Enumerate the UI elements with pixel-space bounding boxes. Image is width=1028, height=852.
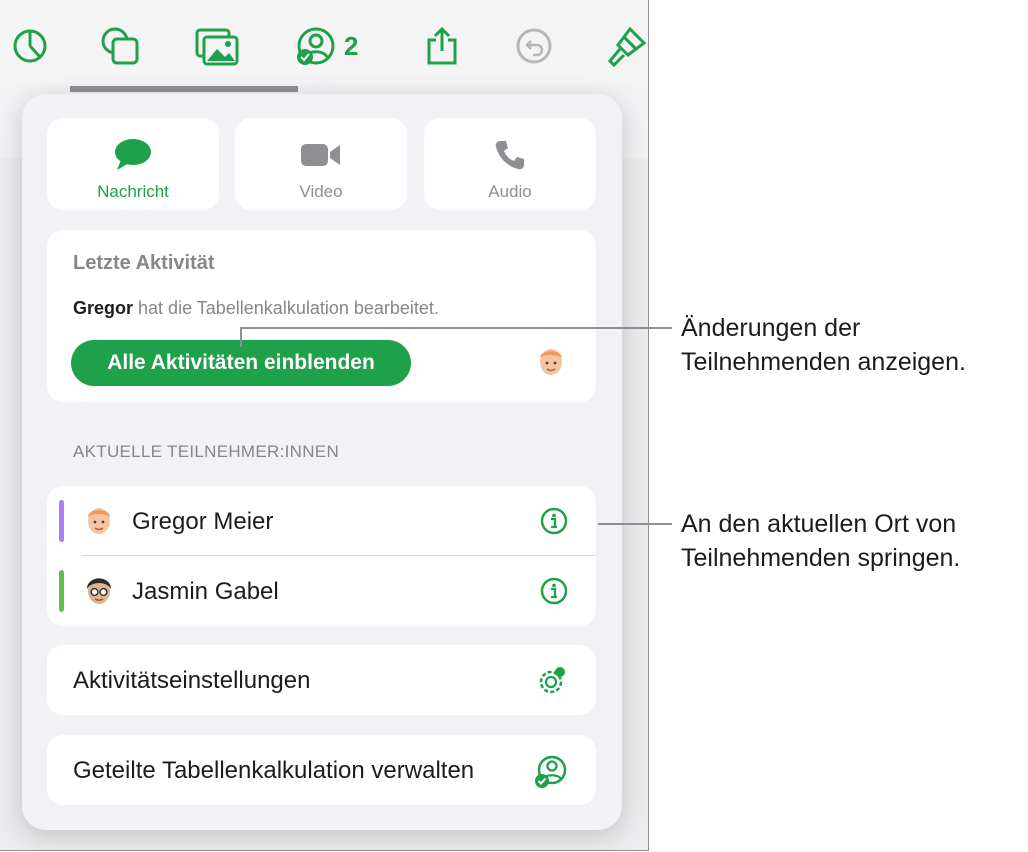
active-sheet-indicator: [70, 86, 298, 92]
format-brush-icon[interactable]: [606, 26, 648, 67]
recent-activity-user: Gregor: [73, 298, 134, 318]
manage-sharing-icon: [535, 755, 567, 788]
toolbar: 2: [0, 0, 648, 87]
phone-icon: [495, 141, 524, 170]
recent-activity-card: Letzte Aktivität Gregor hat die Tabellen…: [47, 230, 596, 402]
activity-settings-icon: [539, 667, 565, 694]
undo-icon[interactable]: [515, 26, 553, 66]
participant-color-indicator: [59, 500, 64, 542]
avatar: [87, 578, 111, 604]
collaborate-button[interactable]: 2: [296, 26, 358, 66]
callout-line: Teilnehmenden anzeigen.: [681, 348, 966, 376]
participants-header: AKTUELLE TEILNEHMER:INNEN: [73, 442, 340, 461]
callout-line: Änderungen der: [681, 314, 861, 342]
participant-row[interactable]: Jasmin Gabel: [47, 556, 596, 626]
participant-name: Gregor Meier: [132, 508, 274, 535]
chart-icon[interactable]: [12, 26, 48, 66]
activity-settings-row[interactable]: Aktivitätseinstellungen: [47, 645, 596, 715]
media-icon[interactable]: [195, 26, 239, 66]
participants-list: Gregor Meier Jasmin Gabel: [47, 486, 596, 626]
callout-leader: [240, 327, 242, 347]
activity-settings-label: Aktivitätseinstellungen: [73, 667, 311, 694]
shapes-icon[interactable]: [100, 26, 140, 66]
video-label: Video: [299, 182, 343, 201]
audio-label: Audio: [488, 182, 532, 201]
collaborator-count: 2: [344, 30, 359, 61]
callout-line: Teilnehmenden springen.: [681, 544, 961, 572]
manage-shared-row[interactable]: Geteilte Tabellenkalkulation verwalten: [47, 735, 596, 805]
participant-color-indicator: [59, 570, 64, 612]
manage-shared-label: Geteilte Tabellenkalkulation verwalten: [73, 757, 475, 784]
callout-jump-to: An den aktuellen Ort von Teilnehmenden s…: [681, 507, 960, 575]
share-icon[interactable]: [424, 26, 460, 66]
collaborate-icon: [297, 27, 335, 65]
callout-show-changes: Änderungen der Teilnehmenden anzeigen.: [681, 311, 966, 379]
message-button[interactable]: Nachricht: [47, 118, 219, 210]
recent-activity-action: hat die Tabellenkalkulation bearbeitet.: [138, 298, 439, 318]
avatar: [540, 349, 562, 375]
info-icon[interactable]: [540, 577, 568, 605]
app-window: 2 Nachricht Video Audio Letzte Aktivität…: [0, 0, 649, 851]
participant-row[interactable]: Gregor Meier: [47, 486, 596, 556]
message-bubble-icon: [115, 139, 151, 170]
callout-line: An den aktuellen Ort von: [681, 510, 957, 538]
recent-activity-title: Letzte Aktivität: [73, 252, 215, 274]
video-camera-icon: [301, 144, 340, 166]
info-icon[interactable]: [540, 507, 568, 535]
message-label: Nachricht: [97, 182, 169, 201]
video-button[interactable]: Video: [235, 118, 407, 210]
callout-leader: [240, 327, 672, 329]
participant-name: Jasmin Gabel: [132, 578, 279, 605]
audio-button[interactable]: Audio: [424, 118, 596, 210]
avatar: [88, 508, 110, 534]
recent-activity-text: Gregor hat die Tabellenkalkulation bearb…: [73, 298, 439, 319]
callout-leader: [598, 523, 672, 525]
